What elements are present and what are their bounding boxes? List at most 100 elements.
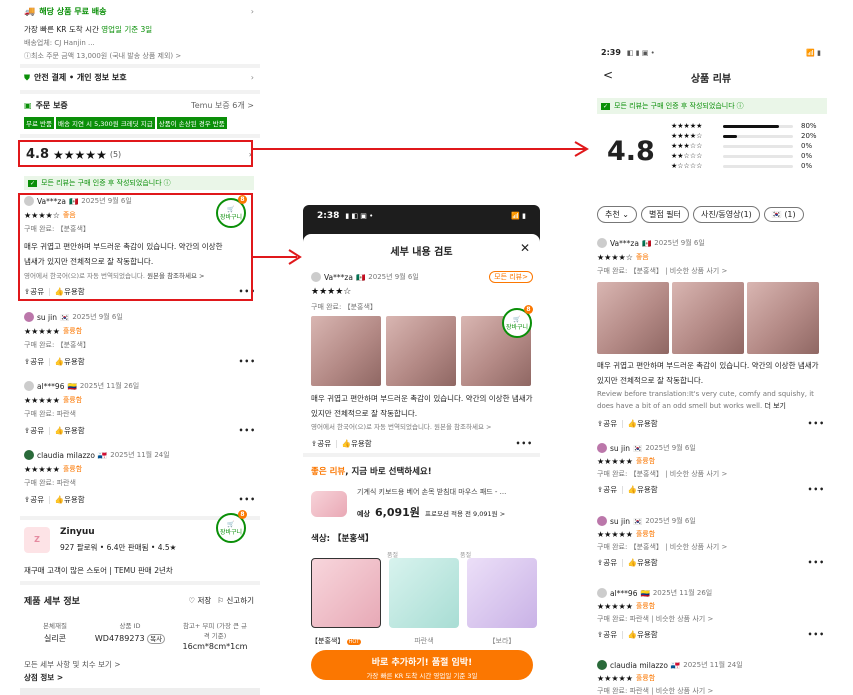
signal-icon: 📶 ▮ [806, 48, 821, 57]
more-options-button[interactable]: ••• [239, 495, 256, 504]
shipping-row[interactable]: 🚚 해당 상품 무료 배송 › [24, 6, 254, 17]
order-guard-row[interactable]: ▣ 주문 보증 Temu 보증 6개 > [24, 100, 254, 111]
review-photo[interactable] [597, 282, 669, 354]
review-date: 2025년 9월 6일 [368, 273, 419, 281]
review-meta: 구매 완료: 【분홍색】 | 비슷한 상품 사기 > [597, 543, 728, 551]
copy-button[interactable]: 복사 [147, 634, 166, 644]
more-options-button[interactable]: ••• [808, 630, 825, 639]
share-label: 공유 [603, 485, 618, 494]
cta-sub: 가장 빠른 KR 도착 시간 영업일 기준 3일 [366, 672, 478, 680]
helpful-button[interactable]: 👍유용함 [342, 438, 372, 449]
verified-text: 모든 리뷰는 구매 인증 후 작성되었습니다 [41, 179, 162, 187]
review-photo[interactable] [311, 316, 381, 386]
filter-country[interactable]: 🇰🇷 (1) [763, 207, 804, 222]
spec-value: 실리콘 [43, 634, 67, 643]
verified-banner: ✓ 모든 리뷰는 구매 인증 후 작성되었습니다 ⓘ [597, 98, 827, 114]
shield-icon: ⛊ [24, 72, 30, 82]
review-tag: 훌륭함 [62, 396, 83, 404]
more-link[interactable]: 더 보기 [764, 402, 786, 410]
helpful-button[interactable]: 👍유용함 [628, 418, 658, 429]
flag-report-icon: ⚐ [217, 596, 224, 605]
review-stars: ★★★★★ [24, 395, 60, 405]
carriers: 배송업체: CJ Hanjin ... [24, 39, 95, 47]
bar-percent: 0% [801, 142, 813, 150]
bar-fill [723, 134, 737, 138]
close-icon[interactable]: ✕ [520, 241, 530, 255]
more-options-button[interactable]: ••• [516, 439, 533, 448]
share-button[interactable]: ⇪공유 [24, 494, 44, 505]
share-button[interactable]: ⇪공유 [597, 629, 617, 640]
product-card[interactable]: 기계식 키보드용 베어 손목 받침대 마우스 패드 - ... 예상 6,091… [311, 487, 533, 520]
more-options-button[interactable]: ••• [808, 558, 825, 567]
reviewer-name: Va***za [610, 238, 639, 248]
rating-bar-row[interactable]: ★★★★★ 80% [671, 122, 831, 130]
all-reviews-button[interactable]: 모든 리뷰> [489, 271, 533, 283]
verified-banner: ✓ 모든 리뷰는 구매 인증 후 작성되었습니다 ⓘ [24, 176, 254, 190]
filter-recommended[interactable]: 추천 ⌄ [597, 206, 637, 223]
review-photo[interactable] [747, 282, 819, 354]
helpful-button[interactable]: 👍유용함 [628, 629, 658, 640]
reviewer-name: su jin [610, 516, 630, 526]
review-photo[interactable] [672, 282, 744, 354]
flag-icon: 🇲🇽 [641, 238, 652, 248]
bar-stars: ★★★★☆ [671, 132, 703, 140]
order-guard-link[interactable]: Temu 보증 6개 > [191, 100, 254, 111]
review-card: claudia milazzo 🇵🇦 2025년 11월 24일 ★★★★★ 훌륭함 … [24, 450, 256, 505]
share-button[interactable]: ⇪공유 [597, 557, 617, 568]
rating-bar-row[interactable]: ★☆☆☆☆ 0% [671, 162, 831, 170]
bar-percent: 0% [801, 152, 813, 160]
translation-note[interactable]: 영어에서 한국어(으)로 자동 번역되었습니다. 원본을 참조하세요 > [311, 421, 491, 431]
more-options-button[interactable]: ••• [808, 419, 825, 428]
rating-bar-row[interactable]: ★★★★☆ 20% [671, 132, 831, 140]
share-button[interactable]: ⇪공유 [24, 356, 44, 367]
thumbs-up-icon: 👍 [54, 426, 64, 435]
rating-bar-row[interactable]: ★★★☆☆ 0% [671, 142, 831, 150]
more-options-button[interactable]: ••• [239, 426, 256, 435]
share-button[interactable]: ⇪공유 [311, 438, 331, 449]
helpful-button[interactable]: 👍유용함 [628, 557, 658, 568]
review-tag: 훌륭함 [62, 465, 83, 473]
helpful-button[interactable]: 👍유용함 [55, 494, 85, 505]
flag-icon: 🇰🇷 [632, 443, 643, 453]
swatch-blue[interactable]: 파란색 [389, 558, 459, 646]
reviews-page: 2:39 ◧ ▮ ▣ • 📶 ▮ < 상품 리뷰 ✓ 모든 리뷰는 구매 인증 … [591, 40, 831, 695]
swatch-purple[interactable]: 【보라】 [467, 558, 537, 646]
bar-fill [723, 124, 779, 128]
add-to-cart-button[interactable]: 바로 추가하기! 품절 임박! 가장 빠른 KR 도착 시간 영업일 기준 3일 [311, 650, 533, 680]
review-date: 2025년 9월 6일 [654, 239, 705, 247]
product-info-link[interactable]: 상점 정보 > [24, 672, 63, 683]
more-options-button[interactable]: ••• [239, 357, 256, 366]
filter-star[interactable]: 별점 필터 [640, 206, 689, 223]
review-date: 2025년 11월 26일 [79, 382, 140, 390]
filter-photo[interactable]: 사진/동영상(1) [692, 206, 760, 223]
review-date: 2025년 9월 6일 [645, 444, 696, 452]
arrow-to-review-summary [253, 141, 589, 157]
review-date: 2025년 9월 6일 [645, 517, 696, 525]
reviewer-name: su jin [37, 312, 57, 322]
share-button[interactable]: ⇪공유 [597, 484, 617, 495]
helpful-button[interactable]: 👍유용함 [55, 356, 85, 367]
detail-title: 제품 세부 정보 [24, 597, 80, 607]
helpful-button[interactable]: 👍유용함 [55, 425, 85, 436]
report-button[interactable]: ⚐ 신고하기 [217, 595, 254, 606]
cart-button[interactable]: 🛒 장바구니 8 [502, 305, 533, 338]
share-button[interactable]: ⇪공유 [597, 418, 617, 429]
avatar [24, 381, 34, 391]
more-options-button[interactable]: ••• [808, 485, 825, 494]
bar-track [723, 134, 793, 138]
safe-pay-row[interactable]: ⛊ 안전 결제 • 개인 정보 보호 › [24, 72, 254, 83]
helpful-button[interactable]: 👍유용함 [628, 484, 658, 495]
review-photo[interactable] [386, 316, 456, 386]
rating-bar-row[interactable]: ★★☆☆☆ 0% [671, 152, 831, 160]
swatch-pink[interactable]: 【분홍색】 HOT [311, 558, 381, 646]
highlight-review-box [18, 193, 253, 301]
cart-button[interactable]: 🛒 장바구니 8 [216, 510, 247, 543]
info-icon: ⓘ [736, 102, 744, 110]
filter-label: (1) [784, 210, 796, 219]
all-details-link[interactable]: 모든 세부 사항 및 치수 보기 > [24, 659, 121, 670]
share-button[interactable]: ⇪공유 [24, 425, 44, 436]
status-icons: ◧ ▮ ▣ • [626, 48, 655, 57]
verified-text: 모든 리뷰는 구매 인증 후 작성되었습니다 [614, 102, 735, 110]
review-stars: ★★★★★ [597, 529, 633, 539]
save-button[interactable]: ♡ 저장 [188, 595, 211, 606]
